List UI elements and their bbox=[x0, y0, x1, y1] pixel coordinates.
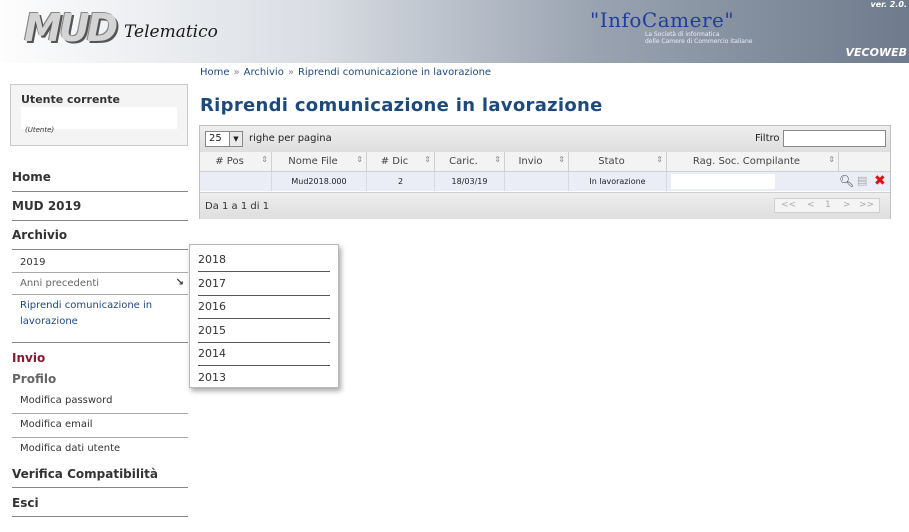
sort-icon: ⇕ bbox=[656, 155, 663, 164]
dropdown-item-year[interactable]: 2014 bbox=[198, 343, 330, 366]
sidebar-item-riprendi[interactable]: Riprendi comunicazione in lavorazione bbox=[12, 295, 188, 343]
breadcrumb-current: Riprendi comunicazione in lavorazione bbox=[297, 67, 492, 78]
delete-icon[interactable]: ✖ bbox=[874, 173, 886, 189]
breadcrumb-separator: » bbox=[233, 67, 240, 78]
cell-caric: 18/03/19 bbox=[435, 172, 505, 191]
current-user-title: Utente corrente bbox=[21, 93, 120, 106]
sidebar-item-profilo[interactable]: Profilo bbox=[12, 369, 188, 390]
sort-icon: ⇕ bbox=[558, 155, 565, 164]
table-row[interactable]: Mud2018.000 2 18/03/19 In lavorazione 🔍︎… bbox=[200, 172, 890, 191]
sort-icon: ⇕ bbox=[424, 155, 431, 164]
column-rag-soc[interactable]: Rag. Soc. Compilante ⇕ bbox=[667, 152, 839, 171]
infocamere-tagline-line2: delle Camere di Commercio italiane bbox=[645, 38, 753, 45]
column-caric-label: Caric. bbox=[449, 156, 478, 167]
column-nome-file-label: Nome File bbox=[288, 156, 338, 167]
search-icon[interactable]: 🔍︎ bbox=[839, 173, 854, 189]
pager-first[interactable]: << bbox=[781, 200, 796, 210]
filter-label: Filtro bbox=[755, 133, 780, 144]
sidebar-item-riprendi-line2: lavorazione bbox=[20, 316, 78, 327]
cell-nome-file: Mud2018.000 bbox=[272, 172, 367, 191]
cell-pos bbox=[200, 172, 272, 191]
infocamere-logo: "InfoCamere" bbox=[590, 8, 735, 32]
column-caric[interactable]: Caric. ⇕ bbox=[435, 152, 505, 171]
sidebar-item-verifica[interactable]: Verifica Compatibilità bbox=[12, 462, 188, 488]
column-stato[interactable]: Stato ⇕ bbox=[569, 152, 667, 171]
sidebar-item-modifica-password[interactable]: Modifica password bbox=[12, 390, 188, 414]
column-rag-soc-label: Rag. Soc. Compilante bbox=[692, 156, 801, 167]
dropdown-item-year[interactable]: 2015 bbox=[198, 320, 330, 343]
cell-rag-soc-redacted bbox=[671, 174, 775, 189]
anni-precedenti-dropdown: 2018 2017 2016 2015 2014 2013 bbox=[189, 244, 339, 388]
column-pos-label: # Pos bbox=[215, 156, 244, 167]
cell-invio bbox=[505, 172, 569, 191]
filter-input[interactable] bbox=[783, 130, 886, 147]
column-invio-label: Invio bbox=[518, 156, 543, 167]
cell-stato: In lavorazione bbox=[569, 172, 667, 191]
rows-per-page-value: 25 bbox=[209, 133, 222, 144]
page-title: Riprendi comunicazione in lavorazione bbox=[200, 95, 603, 116]
breadcrumb: Home» Archivio» Riprendi comunicazione in … bbox=[200, 67, 491, 78]
infocamere-tagline: La Società di informatica delle Camere d… bbox=[645, 31, 795, 45]
cell-dic: 2 bbox=[367, 172, 435, 191]
logo-telematico: Telematico bbox=[124, 22, 218, 42]
dropdown-item-year[interactable]: 2013 bbox=[198, 367, 330, 390]
dropdown-item-year[interactable]: 2017 bbox=[198, 273, 330, 296]
sidebar-nav: Home MUD 2019 Archivio 2019 Anni precede… bbox=[12, 166, 188, 517]
pager-page[interactable]: 1 bbox=[825, 200, 831, 210]
pager: << < 1 > >> bbox=[774, 198, 880, 213]
rows-per-page-label: righe per pagina bbox=[249, 133, 332, 144]
breadcrumb-separator: » bbox=[287, 67, 294, 78]
sort-icon: ⇕ bbox=[261, 155, 268, 164]
sidebar-item-anni-precedenti[interactable]: Anni precedenti ↘ bbox=[12, 273, 188, 295]
column-invio[interactable]: Invio ⇕ bbox=[505, 152, 569, 171]
version-label: ver. 2.0. bbox=[870, 0, 907, 9]
pagination-info: Da 1 a 1 di 1 bbox=[205, 201, 270, 212]
dropdown-item-year[interactable]: 2018 bbox=[198, 249, 330, 272]
grid-footer: Da 1 a 1 di 1 << < 1 > >> bbox=[200, 192, 890, 219]
column-nome-file[interactable]: Nome File ⇕ bbox=[272, 152, 367, 171]
sidebar-item-archivio[interactable]: Archivio bbox=[12, 221, 188, 250]
logo-mud: MUD bbox=[24, 6, 118, 50]
sidebar-item-esci[interactable]: Esci bbox=[12, 488, 188, 517]
column-pos[interactable]: # Pos ⇕ bbox=[200, 152, 272, 171]
pager-next[interactable]: > bbox=[843, 200, 851, 210]
sidebar-item-mud2019[interactable]: MUD 2019 bbox=[12, 192, 188, 221]
user-role: (Utente) bbox=[25, 126, 55, 134]
breadcrumb-home[interactable]: Home bbox=[200, 67, 230, 78]
sort-icon: ⇕ bbox=[828, 155, 835, 164]
sort-icon: ⇕ bbox=[494, 155, 501, 164]
sidebar-item-modifica-dati[interactable]: Modifica dati utente bbox=[12, 438, 188, 462]
grid-header: # Pos ⇕ Nome File ⇕ # Dic ⇕ Caric. ⇕ Invio ⇕ … bbox=[200, 152, 890, 172]
sidebar-item-home[interactable]: Home bbox=[12, 166, 188, 192]
rows-per-page-select[interactable]: 25 ▼ bbox=[205, 131, 243, 147]
breadcrumb-archivio[interactable]: Archivio bbox=[244, 67, 284, 78]
sidebar-item-riprendi-line1: Riprendi comunicazione in bbox=[20, 300, 153, 311]
chevron-down-icon[interactable]: ▼ bbox=[229, 132, 242, 146]
dropdown-item-year[interactable]: 2016 bbox=[198, 296, 330, 319]
sidebar-item-modifica-email[interactable]: Modifica email bbox=[12, 414, 188, 438]
column-dic[interactable]: # Dic ⇕ bbox=[367, 152, 435, 171]
grid-toolbar: 25 ▼ righe per pagina Filtro bbox=[200, 126, 890, 152]
app-header: MUD Telematico "InfoCamere" La Società d… bbox=[0, 0, 909, 63]
sort-icon: ⇕ bbox=[356, 155, 363, 164]
app-code: VECOWEB bbox=[845, 46, 907, 59]
current-user-box: Utente corrente (Utente) bbox=[10, 84, 188, 146]
sidebar-item-2019[interactable]: 2019 bbox=[12, 250, 188, 273]
submenu-arrow-icon: ↘ bbox=[175, 277, 184, 288]
infocamere-tagline-line1: La Società di informatica bbox=[645, 31, 720, 38]
pager-prev[interactable]: < bbox=[807, 200, 815, 210]
column-stato-label: Stato bbox=[598, 156, 625, 167]
sidebar-item-invio[interactable]: Invio bbox=[12, 343, 188, 369]
sidebar-item-anni-precedenti-label: Anni precedenti bbox=[20, 278, 100, 289]
column-dic-label: # Dic bbox=[380, 156, 409, 167]
communications-grid: 25 ▼ righe per pagina Filtro # Pos ⇕ Nome… bbox=[199, 125, 891, 219]
pager-last[interactable]: >> bbox=[859, 200, 874, 210]
edit-icon[interactable]: ▤ bbox=[857, 173, 867, 189]
